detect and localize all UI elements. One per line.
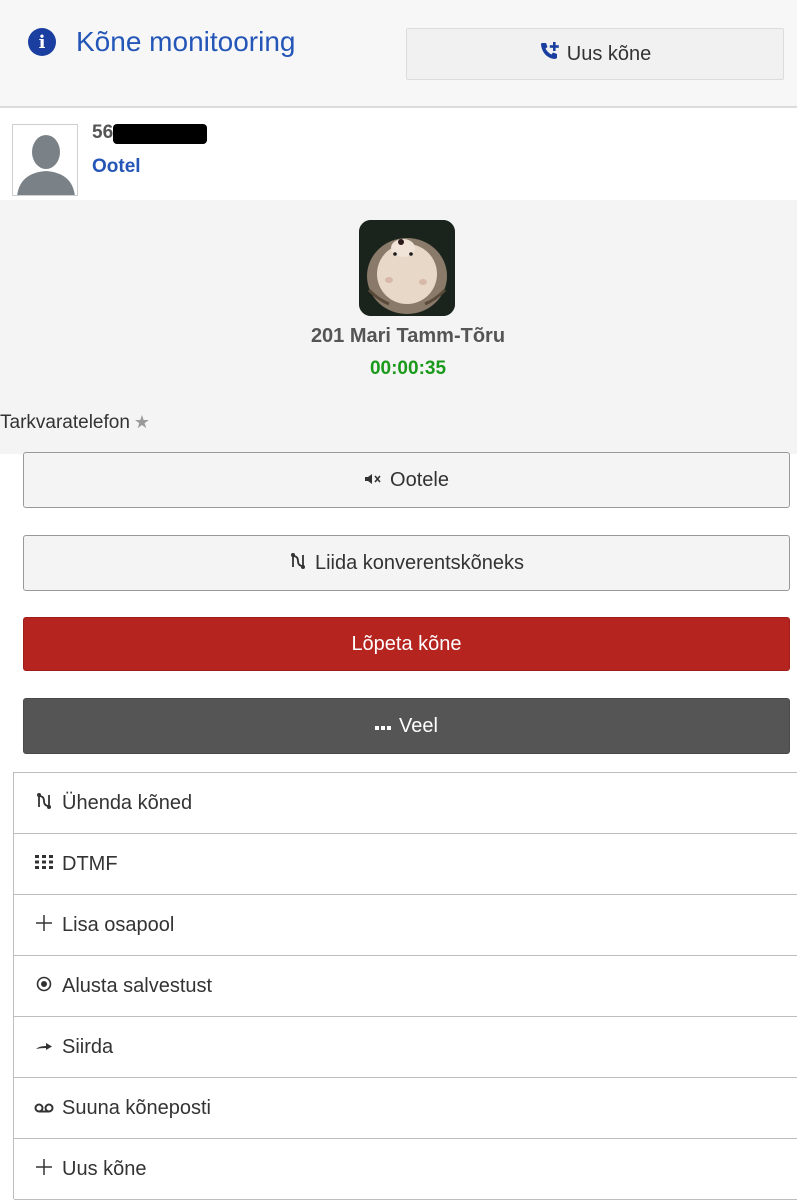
- phone-plus-icon: [539, 41, 561, 67]
- menu-item-voicemail[interactable]: Suuna kõneposti: [14, 1078, 797, 1139]
- hold-button[interactable]: Ootele: [23, 452, 790, 508]
- menu-item-new-call[interactable]: Uus kõne: [14, 1139, 797, 1200]
- redaction-block: [113, 124, 207, 144]
- more-label: Veel: [399, 714, 438, 737]
- person-silhouette-icon: [13, 125, 77, 195]
- end-call-button[interactable]: Lõpeta kõne: [23, 617, 790, 671]
- page-title-group: i Kõne monitooring: [28, 26, 295, 58]
- menu-item-label: Suuna kõneposti: [62, 1096, 212, 1119]
- merge-icon: [32, 792, 56, 815]
- call-timer: 00:00:35: [369, 358, 447, 379]
- more-menu: Ühenda kõned DTMF Lisa osapool Alusta sa…: [13, 772, 797, 1200]
- mute-speaker-icon: [364, 470, 382, 490]
- device-row: Tarkvaratelefon ★: [0, 410, 797, 454]
- menu-item-label: Ühenda kõned: [62, 791, 193, 814]
- caller-row: 56 Ootel: [0, 108, 797, 202]
- transfer-arrow-icon: [32, 1037, 56, 1057]
- menu-item-transfer[interactable]: Siirda: [14, 1017, 797, 1078]
- info-icon[interactable]: i: [28, 28, 56, 56]
- menu-item-label: Uus kõne: [62, 1157, 147, 1180]
- device-label-group: Tarkvaratelefon ★: [0, 412, 150, 434]
- caller-status: Ootel: [92, 156, 141, 177]
- end-call-label: Lõpeta kõne: [351, 632, 462, 655]
- menu-item-label: Siirda: [62, 1035, 114, 1058]
- avatar: [12, 124, 78, 196]
- plus-icon: [32, 1158, 56, 1181]
- caller-number: 56: [92, 122, 114, 143]
- hold-label: Ootele: [390, 468, 449, 491]
- keypad-icon: [32, 854, 56, 874]
- menu-item-start-recording[interactable]: Alusta salvestust: [14, 956, 797, 1017]
- agent-panel: 201 Mari Tamm-Tõru 00:00:35: [0, 200, 797, 410]
- header-bar: i Kõne monitooring Uus kõne: [0, 0, 797, 108]
- record-icon: [32, 976, 56, 997]
- menu-item-label: DTMF: [62, 852, 118, 875]
- merge-icon: [289, 552, 307, 575]
- star-icon[interactable]: ★: [134, 412, 150, 432]
- device-label: Tarkvaratelefon: [0, 412, 130, 433]
- conference-button[interactable]: Liida konverentskõneks: [23, 535, 790, 591]
- menu-item-add-party[interactable]: Lisa osapool: [14, 895, 797, 956]
- menu-item-label: Lisa osapool: [62, 913, 175, 936]
- ellipsis-icon: [375, 716, 392, 736]
- voicemail-icon: [32, 1098, 56, 1118]
- page-title: Kõne monitooring: [76, 26, 296, 57]
- plus-icon: [32, 914, 56, 937]
- agent-photo: [359, 220, 455, 316]
- menu-item-label: Alusta salvestust: [62, 974, 213, 997]
- new-call-button[interactable]: Uus kõne: [406, 28, 784, 80]
- conference-label: Liida konverentskõneks: [314, 551, 524, 574]
- new-call-label: Uus kõne: [566, 42, 652, 65]
- menu-item-dtmf[interactable]: DTMF: [14, 834, 797, 895]
- menu-item-merge-calls[interactable]: Ühenda kõned: [14, 773, 797, 834]
- agent-name: 201 Mari Tamm-Tõru: [310, 325, 506, 347]
- more-button[interactable]: Veel: [23, 698, 790, 754]
